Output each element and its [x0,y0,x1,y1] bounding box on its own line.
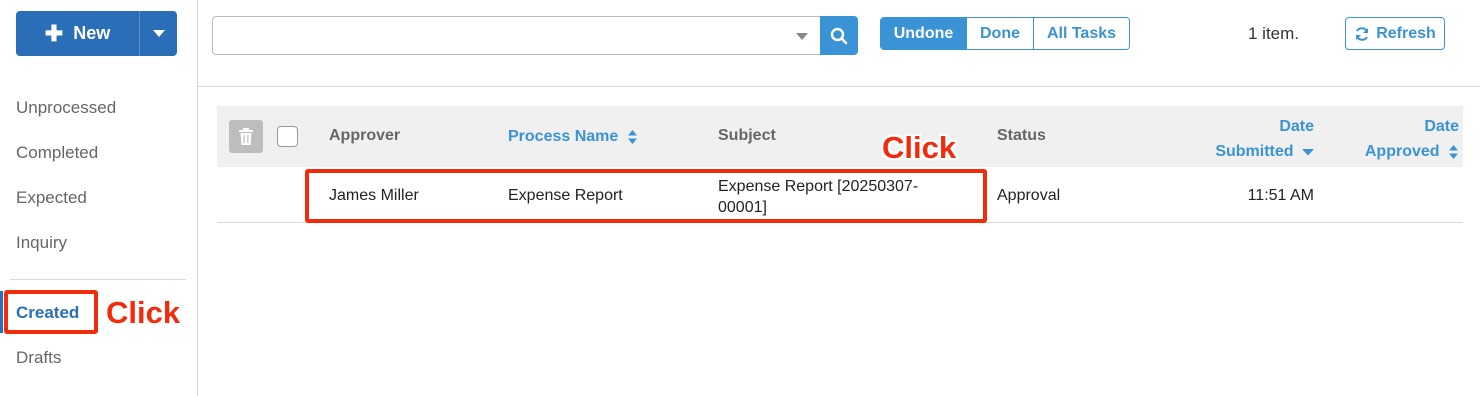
annotation-click-row: Click [882,130,957,165]
search-icon [830,27,848,44]
sidebar-item-drafts[interactable]: Drafts [16,348,61,368]
table-header: Approver Process Name Subject Status Dat… [217,106,1463,167]
sidebar-item-expected[interactable]: Expected [16,188,87,208]
refresh-label: Refresh [1376,24,1436,42]
date-approved-line2: Approved [1364,143,1440,160]
column-header-subject: Subject [718,127,776,144]
task-filter-tabs: Undone Done All Tasks [880,17,1130,50]
chevron-down-icon[interactable] [796,33,808,40]
column-header-status: Status [997,127,1046,144]
trash-icon [239,127,253,145]
annotation-box-row [305,169,987,223]
sort-desc-icon [1302,148,1314,156]
select-all-checkbox[interactable] [277,126,298,147]
sidebar: ✚ New Unprocessed Completed Expected Inq… [0,0,198,396]
column-header-date-submitted[interactable]: Date Submitted [1207,114,1314,164]
new-dropdown-toggle[interactable] [140,11,177,56]
delete-button[interactable] [229,120,263,153]
annotation-click-created: Click [106,295,181,330]
column-header-date-approved[interactable]: Date Approved [1347,114,1459,164]
sidebar-item-completed[interactable]: Completed [16,143,98,163]
chevron-down-icon [152,30,165,37]
column-header-process-name[interactable]: Process Name [508,128,638,146]
new-button[interactable]: ✚ New [16,11,140,56]
new-button-label: New [73,23,111,43]
new-button-group: ✚ New [16,11,177,56]
search-button[interactable] [820,16,858,55]
annotation-box-created [4,290,98,334]
sidebar-item-inquiry[interactable]: Inquiry [16,233,67,253]
tab-undone[interactable]: Undone [881,18,966,49]
search-bar [212,16,858,55]
cell-date-submitted: 11:51 AM [1247,187,1314,204]
sort-icon [1449,144,1458,159]
refresh-icon [1356,26,1369,41]
active-indicator [0,291,3,333]
search-field[interactable] [212,16,820,55]
search-input[interactable] [213,17,773,54]
date-submitted-line2: Submitted [1215,143,1294,160]
process-name-label: Process Name [508,128,619,145]
sidebar-divider [10,279,186,280]
tab-all-tasks[interactable]: All Tasks [1033,18,1129,49]
cell-status: Approval [997,187,1061,204]
sidebar-item-unprocessed[interactable]: Unprocessed [16,98,116,118]
date-approved-line1: Date [1424,118,1459,135]
item-count: 1 item. [1248,24,1300,43]
toolbar: Undone Done All Tasks 1 item. Refresh [198,0,1480,87]
plus-icon: ✚ [44,20,64,46]
sort-icon [627,129,637,144]
date-submitted-line1: Date [1279,118,1314,135]
refresh-button[interactable]: Refresh [1345,17,1445,50]
column-header-approver: Approver [329,127,401,144]
tab-done[interactable]: Done [966,18,1033,49]
